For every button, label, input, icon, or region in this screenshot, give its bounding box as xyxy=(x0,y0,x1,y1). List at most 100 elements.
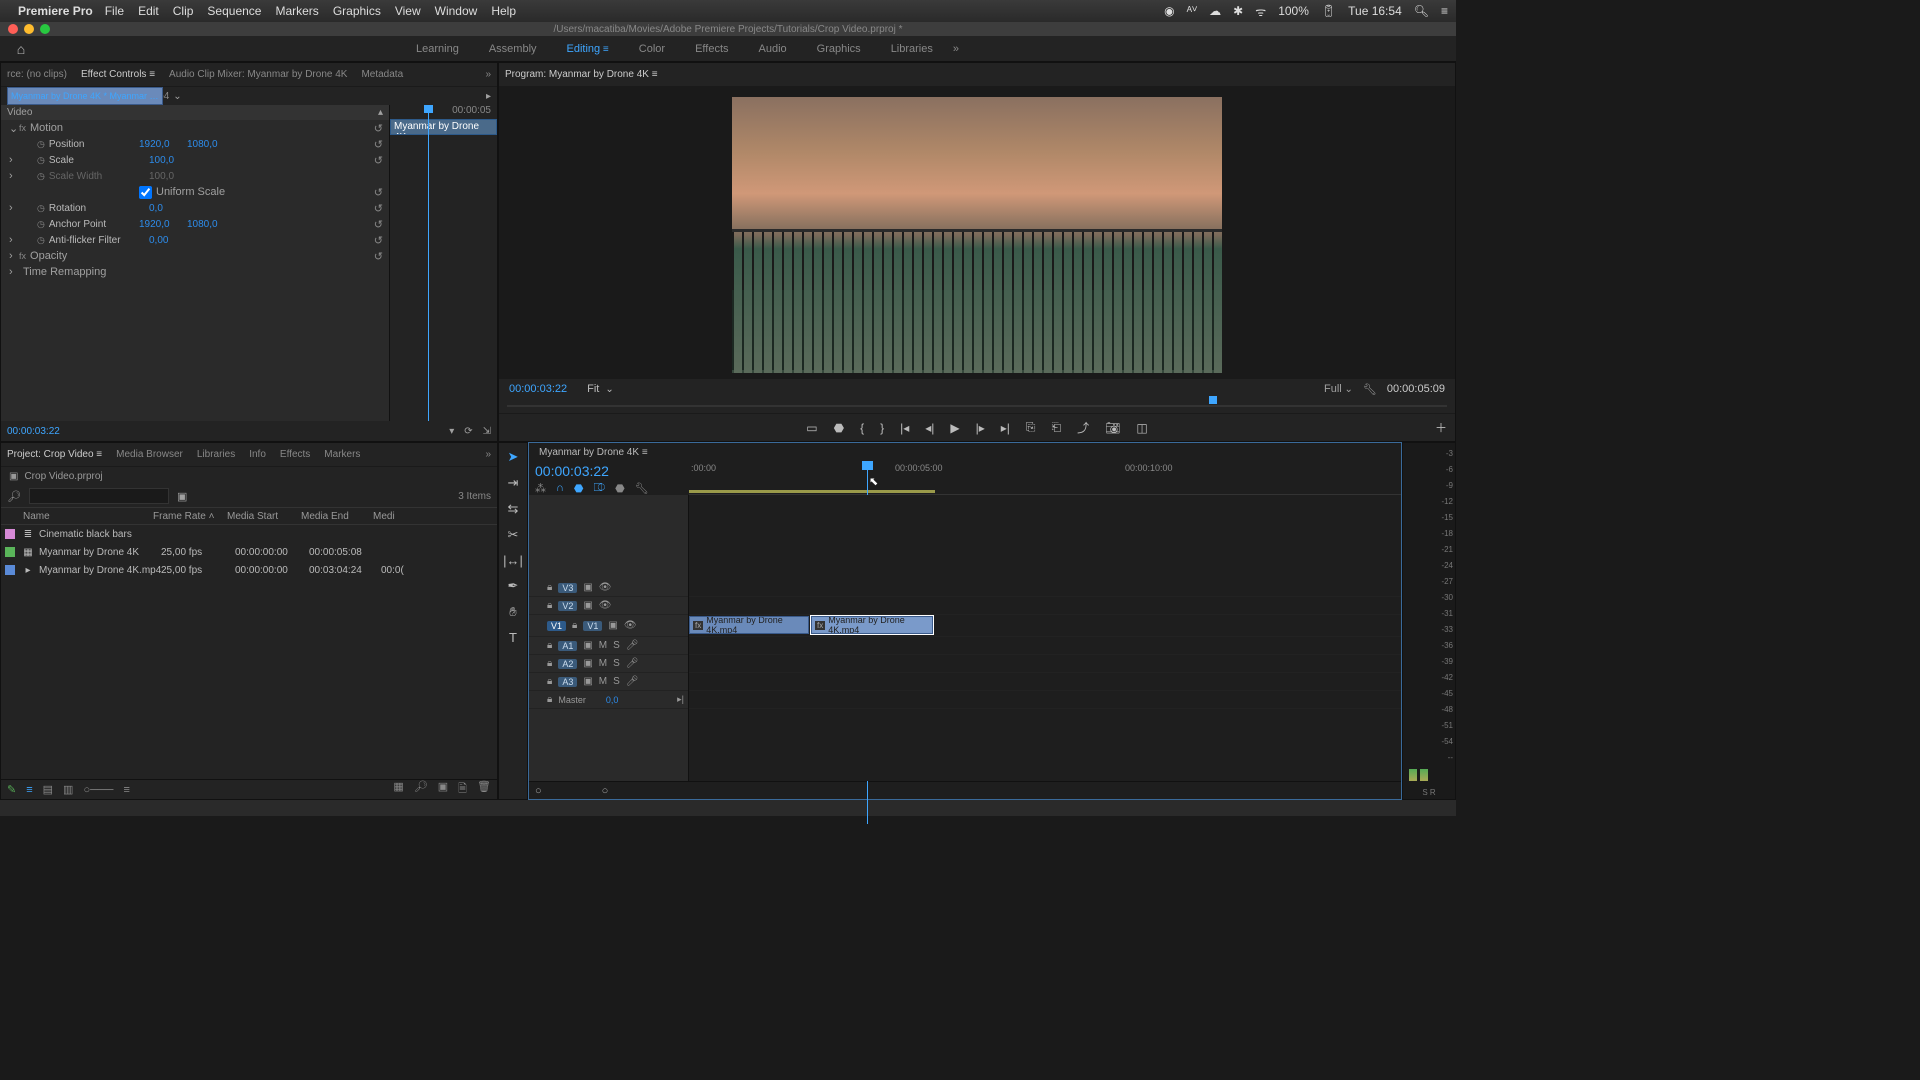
reset-scale-icon[interactable]: ↺ xyxy=(374,154,383,167)
sort-icon[interactable]: ≡ xyxy=(123,784,129,796)
twisty-icon[interactable]: › xyxy=(9,154,19,166)
sync-lock-icon[interactable]: ▣ xyxy=(583,676,592,687)
position-y[interactable]: 1080,0 xyxy=(187,139,235,150)
tab-metadata[interactable]: Metadata xyxy=(361,69,403,80)
maximize-window-icon[interactable] xyxy=(40,24,50,34)
mic-icon[interactable]: 🎤︎ xyxy=(626,676,639,687)
ws-graphics[interactable]: Graphics xyxy=(817,43,861,55)
compare-button[interactable]: ◫ xyxy=(1136,421,1147,435)
reset-motion-icon[interactable]: ↺ xyxy=(374,122,383,135)
prop-motion[interactable]: Motion xyxy=(30,122,63,134)
step-back-button[interactable]: ◂| xyxy=(925,421,934,435)
timeline-clip[interactable]: fxMyanmar by Drone 4K.mp4 xyxy=(689,616,809,634)
program-out-marker[interactable] xyxy=(1209,396,1217,404)
ec-timecode[interactable]: 00:00:03:22 xyxy=(7,426,60,437)
position-x[interactable]: 1920,0 xyxy=(139,139,187,150)
menu-view[interactable]: View xyxy=(395,4,421,18)
tab-media-browser[interactable]: Media Browser xyxy=(116,449,183,460)
ec-kf-clip[interactable]: Myanmar by Drone 4K.m xyxy=(390,119,497,135)
twisty-icon[interactable]: › xyxy=(9,170,19,182)
track-header-v2[interactable]: 🔒︎V2▣👁︎ xyxy=(529,597,688,615)
tl-marker2-icon[interactable]: ⬣ xyxy=(615,482,625,495)
ec-pin-icon[interactable]: ⇲ xyxy=(483,426,491,437)
menu-file[interactable]: File xyxy=(105,4,124,18)
spotlight-icon[interactable]: 🔍︎ xyxy=(1414,4,1429,18)
ws-overflow-icon[interactable]: » xyxy=(953,43,959,55)
prop-opacity[interactable]: Opacity xyxy=(30,250,67,262)
track-header-v1[interactable]: V1🔒︎V1▣👁︎ xyxy=(529,615,688,637)
go-to-in-button[interactable]: |◂ xyxy=(900,421,909,435)
new-bin-button[interactable]: ▣ xyxy=(438,780,448,799)
timeline-tab[interactable]: Myanmar by Drone 4K ≡ xyxy=(539,447,648,458)
reset-anchor-icon[interactable]: ↺ xyxy=(374,218,383,231)
home-button[interactable]: ⌂ xyxy=(6,41,36,57)
menu-window[interactable]: Window xyxy=(435,4,478,18)
col-framerate[interactable]: Frame Rate ˄ xyxy=(153,511,227,522)
screenrec-icon[interactable]: ◉ xyxy=(1164,4,1174,18)
razor-tool[interactable]: ✂︎ xyxy=(508,527,519,543)
track-header-a3[interactable]: 🔒︎A3▣MS🎤︎ xyxy=(529,673,688,691)
master-value[interactable]: 0,0 xyxy=(606,695,619,705)
eye-icon[interactable]: 👁︎ xyxy=(624,620,637,631)
menu-help[interactable]: Help xyxy=(491,4,516,18)
trash-button[interactable]: 🗑︎ xyxy=(477,780,491,799)
new-item-button[interactable]: 🗎 xyxy=(458,780,467,799)
reset-antiflicker-icon[interactable]: ↺ xyxy=(374,234,383,247)
ws-audio[interactable]: Audio xyxy=(759,43,787,55)
twisty-icon[interactable]: › xyxy=(9,266,19,278)
mic-icon[interactable]: 🎤︎ xyxy=(626,640,639,651)
selection-tool[interactable]: ➤ xyxy=(508,449,519,465)
list-view-button[interactable]: ≡ xyxy=(26,784,32,796)
eye-icon[interactable]: 👁︎ xyxy=(599,582,612,593)
tab-effects[interactable]: Effects xyxy=(280,449,310,460)
menu-edit[interactable]: Edit xyxy=(138,4,159,18)
sync-lock-icon[interactable]: ▣ xyxy=(583,600,592,611)
cc-icon[interactable]: ☁ xyxy=(1209,4,1221,18)
label-chip[interactable] xyxy=(5,529,15,539)
add-marker-icon[interactable]: ⬣ xyxy=(574,482,584,495)
timeline-clip-selected[interactable]: fxMyanmar by Drone 4K.mp4 xyxy=(811,616,933,634)
extract-button[interactable]: ⎗ xyxy=(1052,420,1062,435)
program-resolution-dropdown[interactable]: Full xyxy=(1324,383,1353,395)
work-area-bar[interactable] xyxy=(689,490,935,493)
ec-nav-next-icon[interactable]: ▸ xyxy=(486,91,491,102)
lock-icon[interactable]: 🔒︎ xyxy=(547,640,552,651)
program-zoom-dropdown[interactable]: Fit xyxy=(587,383,614,395)
twisty-icon[interactable]: › xyxy=(9,234,19,246)
tab-libraries[interactable]: Libraries xyxy=(197,449,235,460)
minimize-window-icon[interactable] xyxy=(24,24,34,34)
tl-settings-icon[interactable]: ⎄ xyxy=(594,482,606,495)
menu-clip[interactable]: Clip xyxy=(173,4,194,18)
col-media-dur[interactable]: Medi xyxy=(373,511,413,522)
project-search-input[interactable] xyxy=(29,488,169,504)
reset-rotation-icon[interactable]: ↺ xyxy=(374,202,383,215)
sync-lock-icon[interactable]: ▣ xyxy=(608,620,617,631)
av-icon[interactable]: ᴬⱽ xyxy=(1187,4,1198,18)
project-row[interactable]: ▦Myanmar by Drone 4K25,00 fps00:00:00:00… xyxy=(1,543,497,561)
tl-zoom-handle[interactable]: ○ xyxy=(602,785,609,797)
lock-icon[interactable]: 🔒︎ xyxy=(547,658,552,669)
project-columns-header[interactable]: Name Frame Rate ˄ Media Start Media End … xyxy=(1,507,497,525)
menu-markers[interactable]: Markers xyxy=(275,4,318,18)
wrench-icon[interactable]: 🔧︎ xyxy=(635,482,649,495)
add-marker-button[interactable]: ▭ xyxy=(806,421,817,435)
linked-selection-icon[interactable]: ∩ xyxy=(556,482,564,495)
mic-icon[interactable]: 🎤︎ xyxy=(626,658,639,669)
lock-icon[interactable]: 🔒︎ xyxy=(547,676,552,687)
col-media-end[interactable]: Media End xyxy=(301,511,373,522)
freeform-view-button[interactable]: ▥ xyxy=(63,783,73,796)
export-frame-button[interactable]: ⤴ xyxy=(1077,419,1089,436)
ec-master-dropdown[interactable] xyxy=(173,91,181,102)
program-scrubber[interactable] xyxy=(507,399,1447,413)
mark-out-button[interactable]: } xyxy=(880,421,884,435)
stopwatch-icon[interactable]: ◷ xyxy=(37,219,45,229)
tabs-overflow-icon[interactable]: » xyxy=(485,449,491,460)
col-name[interactable]: Name xyxy=(23,511,153,522)
fx-badge-icon[interactable]: fx xyxy=(19,123,26,133)
twisty-icon[interactable]: › xyxy=(9,250,19,262)
reset-opacity-icon[interactable]: ↺ xyxy=(374,250,383,263)
track-header-a2[interactable]: 🔒︎A2▣MS🎤︎ xyxy=(529,655,688,673)
stopwatch-icon[interactable]: ◷ xyxy=(37,155,45,165)
find-icon[interactable]: 🔎︎ xyxy=(414,780,428,799)
stopwatch-icon[interactable]: ◷ xyxy=(37,203,45,213)
